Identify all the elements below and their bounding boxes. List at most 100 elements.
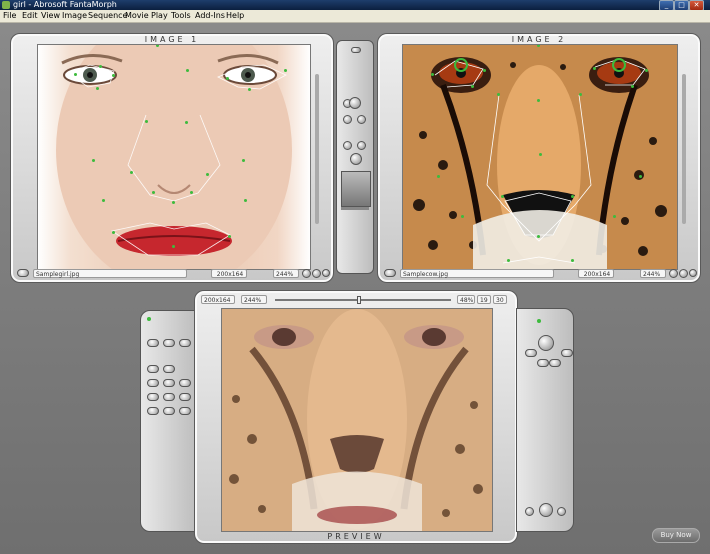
zoom-out-tool[interactable] [357, 115, 366, 124]
control-point[interactable] [172, 201, 175, 204]
control-point[interactable] [431, 73, 434, 76]
export-movie-button[interactable] [539, 503, 553, 517]
image1-canvas[interactable] [37, 44, 311, 270]
control-point[interactable] [631, 85, 634, 88]
control-point[interactable] [645, 69, 648, 72]
image2-canvas[interactable] [402, 44, 678, 270]
control-point[interactable] [186, 69, 189, 72]
control-point[interactable] [92, 159, 95, 162]
control-point[interactable] [571, 195, 574, 198]
control-point[interactable] [112, 74, 115, 77]
tool-button[interactable] [179, 379, 191, 387]
control-point[interactable] [437, 175, 440, 178]
settings-button[interactable] [557, 507, 566, 516]
control-point[interactable] [244, 199, 247, 202]
control-point[interactable] [130, 171, 133, 174]
first-frame-button[interactable] [537, 359, 549, 367]
control-point[interactable] [537, 99, 540, 102]
next-frame-button[interactable] [561, 349, 573, 357]
menu-edit[interactable]: Edit [22, 10, 38, 22]
tool-button[interactable] [163, 365, 175, 373]
control-point[interactable] [501, 195, 504, 198]
control-point[interactable] [74, 73, 77, 76]
tool-button[interactable] [179, 393, 191, 401]
control-point[interactable] [497, 93, 500, 96]
image2-zoom-out-button[interactable] [679, 269, 688, 278]
image1-zoom[interactable]: 244% [273, 269, 299, 278]
control-point[interactable] [206, 173, 209, 176]
tool-button[interactable] [147, 407, 159, 415]
control-point[interactable] [102, 199, 105, 202]
tool-button[interactable] [147, 365, 159, 373]
fit-tool[interactable] [350, 153, 362, 165]
image2-menu-button[interactable] [384, 269, 396, 277]
image1-menu-button[interactable] [17, 269, 29, 277]
control-point[interactable] [242, 159, 245, 162]
control-point[interactable] [613, 215, 616, 218]
control-point[interactable] [639, 175, 642, 178]
control-point[interactable] [248, 88, 251, 91]
pan-tool[interactable] [343, 141, 352, 150]
last-frame-button[interactable] [549, 359, 561, 367]
menu-image[interactable]: Image [62, 10, 87, 22]
preview-timeline[interactable] [275, 299, 451, 301]
play-pause-button[interactable] [538, 335, 554, 351]
control-point[interactable] [537, 45, 540, 47]
control-point[interactable] [284, 69, 287, 72]
timeline-thumb[interactable] [357, 296, 362, 304]
control-point[interactable] [112, 231, 115, 234]
tool-button[interactable] [163, 393, 175, 401]
control-point[interactable] [471, 85, 474, 88]
control-point[interactable] [145, 120, 148, 123]
control-point[interactable] [507, 259, 510, 262]
control-point[interactable] [152, 191, 155, 194]
menu-add-ins[interactable]: Add-Ins [195, 10, 225, 22]
opacity-slider[interactable] [341, 207, 369, 210]
color-swatch[interactable] [341, 171, 371, 207]
link-button[interactable] [351, 47, 361, 53]
image2-fit-button[interactable] [689, 269, 697, 277]
menu-file[interactable]: File [3, 10, 16, 22]
control-point[interactable] [537, 235, 540, 238]
prev-frame-button[interactable] [525, 349, 537, 357]
buy-now-button[interactable]: Buy Now [652, 528, 700, 543]
select-tool-button[interactable] [349, 97, 361, 109]
image1-zoom-out-button[interactable] [312, 269, 321, 278]
tool-button[interactable] [147, 339, 159, 347]
control-point[interactable] [539, 153, 542, 156]
control-point[interactable] [156, 45, 159, 47]
menu-view[interactable]: View [41, 10, 60, 22]
control-point[interactable] [571, 259, 574, 262]
rotate-tool[interactable] [357, 141, 366, 150]
control-point[interactable] [226, 77, 229, 80]
preview-size[interactable]: 200x164 [201, 295, 235, 304]
tool-button[interactable] [163, 407, 175, 415]
image2-scrollbar[interactable] [682, 74, 686, 224]
image2-zoom-in-button[interactable] [669, 269, 678, 278]
tool-button[interactable] [179, 407, 191, 415]
tool-button[interactable] [147, 393, 159, 401]
menu-sequence[interactable]: Sequence [88, 10, 127, 22]
menu-tools[interactable]: Tools [171, 10, 191, 22]
tool-button[interactable] [163, 339, 175, 347]
control-point[interactable] [579, 93, 582, 96]
capture-button[interactable] [525, 507, 534, 516]
control-point[interactable] [228, 235, 231, 238]
image1-zoom-in-button[interactable] [302, 269, 311, 278]
control-point[interactable] [99, 65, 102, 68]
control-point[interactable] [593, 67, 596, 70]
control-point[interactable] [461, 215, 464, 218]
image1-scrollbar[interactable] [315, 74, 319, 224]
preview-zoom[interactable]: 244% [241, 295, 267, 304]
tool-button[interactable] [147, 379, 159, 387]
control-point[interactable] [96, 87, 99, 90]
zoom-in-tool[interactable] [343, 115, 352, 124]
menu-movie[interactable]: Movie [125, 10, 149, 22]
tool-button[interactable] [163, 379, 175, 387]
image1-fit-button[interactable] [322, 269, 330, 277]
image2-zoom[interactable]: 244% [640, 269, 666, 278]
menu-play[interactable]: Play [151, 10, 168, 22]
control-point[interactable] [185, 121, 188, 124]
menu-help[interactable]: Help [226, 10, 244, 22]
control-point[interactable] [483, 69, 486, 72]
